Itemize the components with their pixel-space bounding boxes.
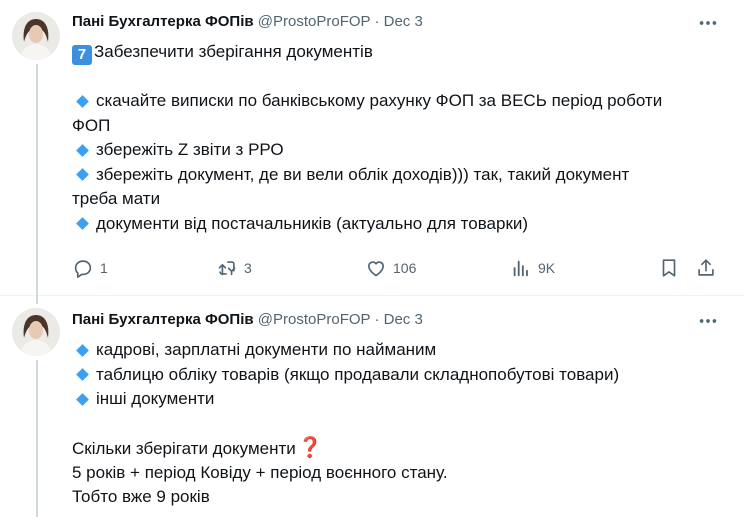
reply-count: 1 xyxy=(100,260,108,276)
views-button[interactable]: 9K xyxy=(510,255,555,281)
views-count: 9K xyxy=(538,260,556,276)
text-line: збережіть Z звіти з РРО xyxy=(72,138,722,163)
blue-diamond-icon xyxy=(76,368,89,381)
views-chart-icon xyxy=(513,260,528,277)
tweet-date[interactable]: Dec 3 xyxy=(384,13,423,30)
tweet-header: Пані Бухгалтерка ФОПів @ProstoProFOP · D… xyxy=(72,12,423,32)
tweet-1[interactable]: Пані Бухгалтерка ФОПів @ProstoProFOP · D… xyxy=(0,0,744,296)
text-line: скачайте виписки по банківському рахунку… xyxy=(72,89,722,114)
avatar-image xyxy=(12,12,60,60)
bookmark-icon xyxy=(662,259,676,277)
text-line: ФОП xyxy=(72,114,722,139)
bookmark-button[interactable] xyxy=(658,255,680,281)
like-count: 106 xyxy=(393,260,417,276)
action-bar: 1 3 106 9K xyxy=(0,255,744,281)
thread-line xyxy=(36,360,38,517)
text-content: треба мати xyxy=(72,189,161,208)
text-content: Скільки зберігати документи xyxy=(72,439,296,458)
text-content: кадрові, зарплатні документи по найманим xyxy=(96,340,437,359)
reply-icon xyxy=(74,260,92,278)
text-content: інші документи xyxy=(96,389,215,408)
avatar-image xyxy=(12,308,60,356)
text-line: Тобто вже 9 років xyxy=(72,485,722,510)
number-seven-emoji-icon: 7 xyxy=(72,45,92,65)
text-line: кадрові, зарплатні документи по найманим xyxy=(72,338,722,363)
like-button[interactable]: 106 xyxy=(365,255,416,281)
author-handle[interactable]: @ProstoProFOP xyxy=(258,311,371,328)
separator: · xyxy=(374,13,380,30)
text-line: треба мати xyxy=(72,187,722,212)
blue-diamond-icon xyxy=(76,217,89,230)
text-content: збережіть Z звіти з РРО xyxy=(96,140,284,159)
thread-line xyxy=(36,296,38,304)
text-content: таблицю обліку товарів (якщо продавали с… xyxy=(96,364,620,384)
blue-diamond-icon xyxy=(76,343,89,357)
text-line: збережіть документ, де ви вели облік дох… xyxy=(72,163,722,188)
text-content: скачайте виписки по банківському рахунку… xyxy=(96,91,663,110)
repost-count: 3 xyxy=(244,260,252,276)
blue-diamond-icon xyxy=(76,168,89,181)
separator: · xyxy=(374,311,380,328)
text-line: Скільки зберігати документи ❓ xyxy=(72,436,722,461)
tweet-text: кадрові, зарплатні документи по найманим… xyxy=(72,338,722,510)
repost-icon xyxy=(218,261,236,276)
tweet-text: 7 Забезпечити зберігання документів скача… xyxy=(72,40,722,236)
text-content: ФОП xyxy=(72,115,111,135)
blue-diamond-icon xyxy=(76,94,89,108)
text-line: таблицю обліку товарів (якщо продавали с… xyxy=(72,363,722,388)
text-content: Забезпечити зберігання документів xyxy=(94,42,373,61)
tweet-date[interactable]: Dec 3 xyxy=(384,311,423,328)
more-options-icon[interactable] xyxy=(697,12,719,34)
more-options-icon[interactable] xyxy=(697,310,719,332)
tweet-2[interactable]: Пані Бухгалтерка ФОПів @ProstoProFOP · D… xyxy=(0,296,744,517)
author-name[interactable]: Пані Бухгалтерка ФОПів xyxy=(72,311,254,328)
avatar[interactable] xyxy=(12,308,60,356)
author-name[interactable]: Пані Бухгалтерка ФОПів xyxy=(72,13,254,30)
blue-diamond-icon xyxy=(76,143,89,157)
text-content: Тобто вже 9 років xyxy=(72,487,210,506)
text-content: 5 років + період Ковіду + період воєнног… xyxy=(72,462,448,482)
tweet-header: Пані Бухгалтерка ФОПів @ProstoProFOP · D… xyxy=(72,310,423,330)
text-line: документи від постачальників (актуально … xyxy=(72,212,722,237)
avatar[interactable] xyxy=(12,12,60,60)
text-line: 7 Забезпечити зберігання документів xyxy=(72,40,722,65)
heart-icon xyxy=(368,261,384,277)
author-handle[interactable]: @ProstoProFOP xyxy=(258,13,371,30)
reply-button[interactable]: 1 xyxy=(72,255,108,281)
red-question-mark-icon: ❓ xyxy=(297,437,323,459)
blue-diamond-icon xyxy=(76,392,89,406)
text-content: збережіть документ, де ви вели облік дох… xyxy=(96,164,630,184)
share-button[interactable] xyxy=(695,255,717,281)
text-content: документи від постачальників (актуально … xyxy=(96,213,529,233)
text-line: 5 років + період Ковіду + період воєнног… xyxy=(72,461,722,486)
repost-button[interactable]: 3 xyxy=(216,255,252,281)
share-icon xyxy=(698,259,714,276)
text-line: інші документи xyxy=(72,387,722,412)
